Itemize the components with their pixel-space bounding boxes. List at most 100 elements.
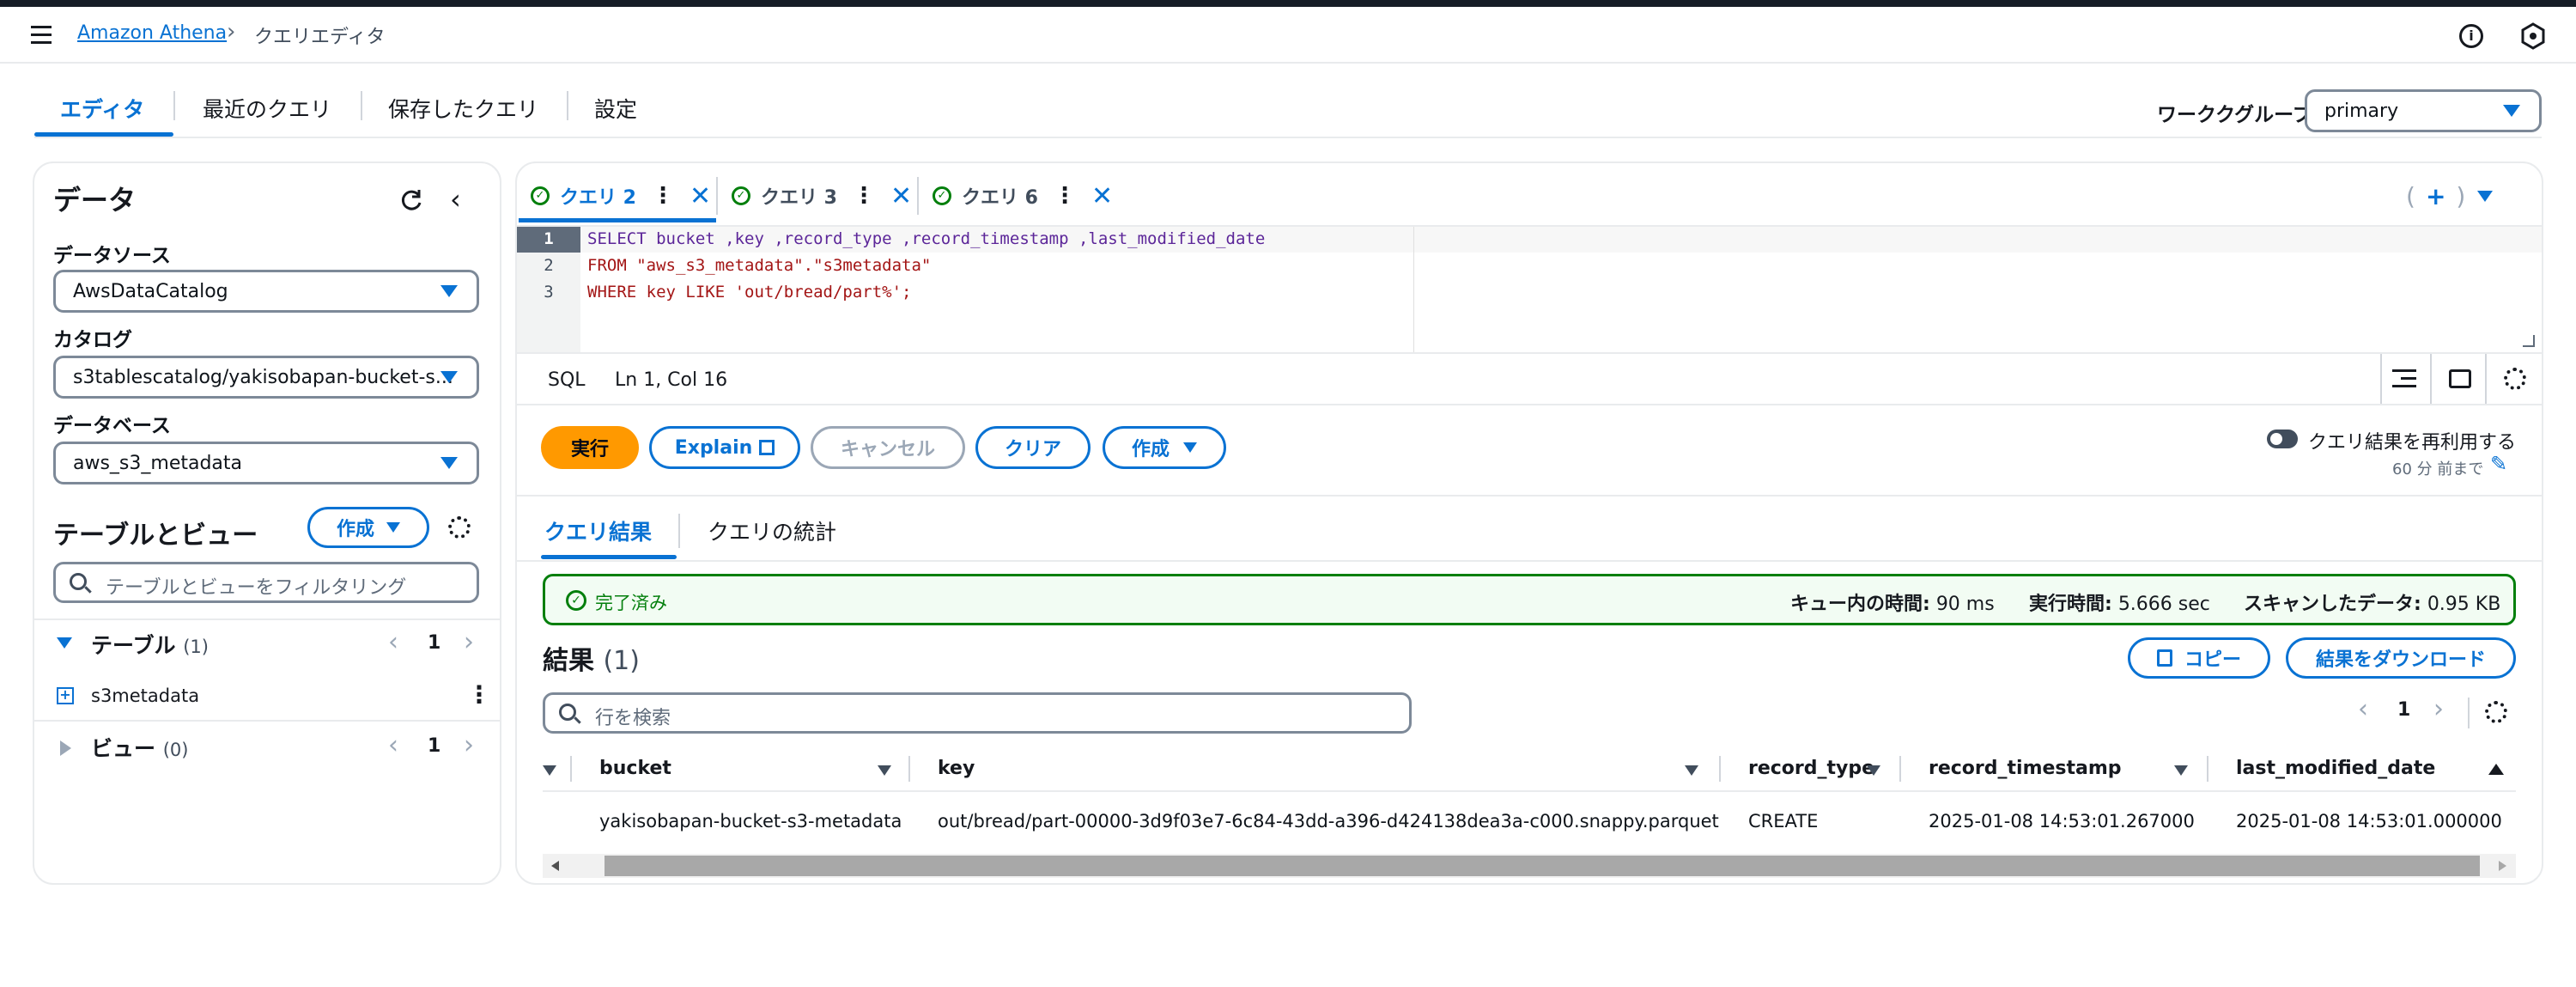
- search-icon-handle: [574, 716, 581, 724]
- code-line-2: 2 FROM "aws_s3_metadata"."s3metadata": [544, 256, 932, 275]
- breadcrumb-current: クエリエディタ: [254, 27, 386, 48]
- column-header-record-type[interactable]: record_type: [1748, 758, 1874, 779]
- tab-editor[interactable]: エディタ: [60, 93, 144, 124]
- reuse-results-label: クエリ結果を再利用する: [2308, 432, 2517, 454]
- results-prev-icon[interactable]: ‹: [2358, 694, 2368, 724]
- column-header-record-timestamp[interactable]: record_timestamp: [1929, 758, 2122, 779]
- tab-query-results[interactable]: クエリ結果: [544, 515, 652, 546]
- tables-section-label: テーブル (1): [91, 633, 209, 658]
- add-tab-icon[interactable]: +: [2426, 182, 2445, 210]
- horizontal-scrollbar[interactable]: [543, 854, 2516, 878]
- execution-time: 実行時間: 5.666 sec: [2029, 594, 2210, 615]
- views-prev-icon[interactable]: ‹: [388, 730, 398, 760]
- tab-recent-queries[interactable]: 最近のクエリ: [203, 93, 331, 124]
- key-sort-icon[interactable]: [1685, 765, 1698, 776]
- record-type-sort-icon[interactable]: [1867, 765, 1880, 776]
- cell-bucket: yakisobapan-bucket-s3-metadata: [599, 811, 902, 832]
- reuse-results-toggle[interactable]: [2267, 430, 2298, 448]
- column-header-key[interactable]: key: [938, 758, 975, 779]
- external-link-icon: [759, 440, 775, 455]
- explain-button[interactable]: Explain: [649, 426, 800, 469]
- tab-dropdown-icon[interactable]: [2477, 190, 2494, 202]
- table-item-menu-icon[interactable]: ⋮: [467, 680, 491, 709]
- success-icon: ✓: [531, 186, 550, 205]
- success-icon: ✓: [566, 590, 586, 611]
- datasource-select[interactable]: AwsDataCatalog: [53, 270, 479, 313]
- keyboard-icon[interactable]: [2449, 369, 2471, 388]
- collapse-panel-icon[interactable]: ‹: [450, 186, 461, 213]
- catalog-select[interactable]: s3tablescatalog/yakisobapan-bucket-s...: [53, 356, 479, 399]
- query-tab-menu-icon[interactable]: ⋮: [1054, 183, 1076, 209]
- bucket-sort-icon[interactable]: [878, 765, 891, 776]
- views-expand-icon[interactable]: [60, 740, 71, 756]
- top-bar: [0, 0, 2576, 7]
- row-search-input[interactable]: 行を検索: [543, 692, 1412, 734]
- format-icon[interactable]: [2392, 369, 2416, 388]
- tables-settings-icon[interactable]: [448, 516, 471, 539]
- close-icon[interactable]: ✕: [1091, 181, 1113, 211]
- status-text: 完了済み: [595, 593, 667, 613]
- copy-icon: [2156, 649, 2172, 667]
- record-timestamp-sort-icon[interactable]: [2174, 765, 2188, 776]
- views-section-label: ビュー (0): [91, 736, 189, 761]
- query-tab-menu-icon[interactable]: ⋮: [652, 183, 674, 209]
- add-query-tab-controls: ( + ): [2406, 177, 2494, 215]
- tables-prev-icon[interactable]: ‹: [388, 627, 398, 657]
- query-tab-menu-icon[interactable]: ⋮: [853, 183, 875, 209]
- run-button[interactable]: 実行: [541, 426, 639, 469]
- views-page-number[interactable]: 1: [428, 735, 440, 757]
- results-page-number[interactable]: 1: [2397, 699, 2410, 721]
- table-header-row: [543, 747, 2516, 792]
- views-next-icon[interactable]: ›: [464, 730, 474, 760]
- cell-last-modified-date: 2025-01-08 14:53:01.000000: [2236, 811, 2502, 832]
- workgroup-select[interactable]: primary: [2305, 89, 2542, 132]
- scrollbar-thumb[interactable]: [605, 856, 2480, 876]
- tab-query-results-underline: [541, 555, 677, 559]
- workgroup-label: ワーククグループ: [2157, 104, 2312, 126]
- column-header-last-modified-date[interactable]: last_modified_date: [2236, 758, 2435, 779]
- tab-saved-queries[interactable]: 保存したクエリ: [388, 93, 538, 124]
- edit-icon[interactable]: ✎: [2490, 452, 2507, 476]
- query-tab-3[interactable]: ✓ クエリ 3 ⋮ ✕: [732, 177, 912, 215]
- table-filter-input[interactable]: テーブルとビューをフィルタリング: [53, 562, 479, 603]
- datasource-label: データソース: [53, 245, 171, 267]
- scroll-left-icon[interactable]: [551, 861, 559, 871]
- query-tab-2[interactable]: ✓ クエリ 2 ⋮ ✕: [531, 177, 711, 215]
- download-results-button[interactable]: 結果をダウンロード: [2286, 637, 2516, 679]
- copy-button[interactable]: コピー: [2128, 637, 2270, 679]
- cell-record-type: CREATE: [1748, 811, 1819, 832]
- code-editor[interactable]: 1 SELECT bucket ,key ,record_type ,record…: [517, 227, 2542, 352]
- results-settings-icon[interactable]: [2485, 701, 2507, 723]
- scanned-data: スキャンしたデータ: 0.95 KB: [2244, 594, 2501, 615]
- refresh-icon[interactable]: [398, 187, 424, 213]
- settings-hex-icon[interactable]: [2519, 22, 2547, 50]
- selection-column-sort-icon[interactable]: [543, 765, 556, 776]
- column-header-bucket[interactable]: bucket: [599, 758, 671, 779]
- query-tab-6[interactable]: ✓ クエリ 6 ⋮ ✕: [933, 177, 1113, 215]
- editor-settings-icon[interactable]: [2504, 368, 2526, 390]
- close-icon[interactable]: ✕: [890, 181, 912, 211]
- editor-language: SQL: [548, 369, 586, 391]
- table-item-s3metadata[interactable]: s3metadata: [91, 685, 199, 706]
- scroll-right-icon[interactable]: [2499, 861, 2506, 871]
- info-icon[interactable]: i: [2459, 24, 2483, 48]
- tab-settings[interactable]: 設定: [594, 93, 637, 124]
- resize-handle-icon[interactable]: [2523, 335, 2535, 347]
- tables-expand-icon[interactable]: [57, 637, 72, 649]
- menu-icon[interactable]: [31, 26, 52, 45]
- breadcrumb-athena[interactable]: Amazon Athena: [77, 22, 227, 44]
- tables-views-title: テーブルとビュー: [53, 521, 258, 551]
- tab-query-stats[interactable]: クエリの統計: [708, 515, 836, 546]
- cancel-button[interactable]: キャンセル: [811, 426, 965, 469]
- tables-next-icon[interactable]: ›: [464, 627, 474, 657]
- last-modified-sort-asc-icon[interactable]: [2488, 764, 2504, 775]
- status-banner: ✓ 完了済み キュー内の時間: 90 ms 実行時間: 5.666 sec スキ…: [543, 574, 2516, 625]
- results-title: 結果 (1): [543, 646, 640, 676]
- results-next-icon[interactable]: ›: [2433, 694, 2444, 724]
- create-button[interactable]: 作成: [1103, 426, 1226, 469]
- database-select[interactable]: aws_s3_metadata: [53, 442, 479, 484]
- tables-page-number[interactable]: 1: [428, 632, 440, 654]
- close-icon[interactable]: ✕: [690, 181, 711, 211]
- clear-button[interactable]: クリア: [975, 426, 1091, 469]
- create-table-button[interactable]: 作成: [307, 507, 429, 548]
